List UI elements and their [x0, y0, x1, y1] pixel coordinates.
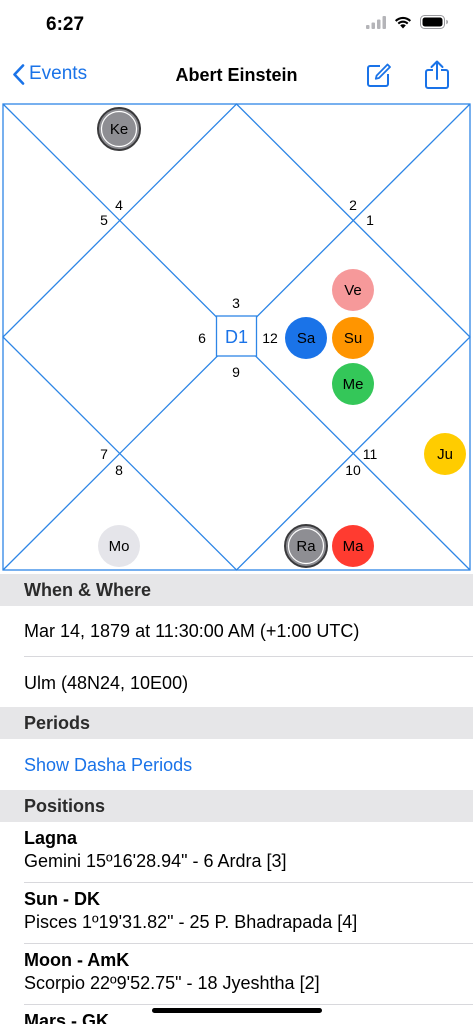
house-number: 7: [100, 446, 108, 462]
planet-ra[interactable]: Ra: [284, 524, 328, 568]
birth-chart: D1 1 2 3 4 5 6 7 8 9 10 11 12 Ke Ve Sa Su Me Ju Mo Ra Ma: [0, 102, 473, 574]
chart-center-box[interactable]: D1: [215, 315, 258, 357]
divider: [24, 1004, 473, 1005]
navigation-bar: Events Abert Einstein: [0, 50, 473, 102]
planet-label: Ra: [296, 538, 316, 555]
position-item-moon[interactable]: Moon - AmK Scorpio 22º9'52.75" - 18 Jyes…: [0, 950, 473, 994]
house-number: 4: [115, 197, 123, 213]
section-header-periods: Periods: [0, 707, 473, 739]
house-number: 3: [232, 295, 240, 311]
house-number: 2: [349, 197, 357, 213]
planet-label: Mo: [109, 538, 130, 555]
when-where-header: When & Where: [24, 580, 152, 600]
house-number: 6: [198, 330, 206, 346]
position-title: Lagna: [24, 828, 78, 848]
back-button[interactable]: Events: [12, 63, 87, 85]
planet-su[interactable]: Su: [332, 317, 374, 359]
battery-icon: [420, 15, 448, 29]
position-title: Sun - DK: [24, 889, 100, 909]
datetime-row[interactable]: Mar 14, 1879 at 11:30:00 AM (+1:00 UTC): [0, 606, 473, 656]
planets: Ke Ve Sa Su Me Ju Mo Ra Ma: [97, 107, 466, 568]
planet-label: Ve: [344, 282, 362, 299]
edit-icon: [367, 63, 391, 87]
planet-mo[interactable]: Mo: [98, 525, 140, 567]
share-button[interactable]: [424, 60, 450, 95]
planet-label: Su: [344, 330, 362, 347]
section-header-positions: Positions: [0, 790, 473, 822]
dasha-periods-row[interactable]: Show Dasha Periods: [0, 739, 473, 789]
house-number: 1: [366, 212, 374, 228]
signal-icon: [366, 15, 386, 29]
house-number: 10: [345, 462, 361, 478]
planet-label: Me: [343, 376, 364, 393]
edit-button[interactable]: [366, 62, 392, 93]
planet-sa[interactable]: Sa: [285, 317, 327, 359]
home-indicator: [152, 1008, 322, 1013]
section-header-when-where: When & Where: [0, 574, 473, 606]
chart-svg: D1 123456789101112 KeVeSa SuMeJuMo Ra Ma: [2, 103, 471, 571]
planet-ke[interactable]: Ke: [97, 107, 141, 151]
positions-header: Positions: [24, 796, 106, 816]
planet-ve[interactable]: Ve: [332, 269, 374, 311]
share-icon: [425, 60, 449, 89]
place-row[interactable]: Ulm (48N24, 10E00): [0, 657, 473, 707]
house-number: 9: [232, 364, 240, 380]
position-detail: Gemini 15º16'28.94" - 6 Ardra [3]: [24, 851, 287, 871]
divider: [24, 882, 473, 883]
position-title: Moon - AmK: [24, 950, 130, 970]
planet-ma[interactable]: Ma: [332, 525, 374, 567]
divider: [24, 943, 473, 944]
house-number: 5: [100, 212, 108, 228]
house-number: 12: [262, 330, 278, 346]
position-detail: Pisces 1º19'31.82" - 25 P. Bhadrapada [4…: [24, 912, 358, 932]
planet-label: Ke: [110, 121, 128, 138]
planet-ju[interactable]: Ju: [424, 433, 466, 475]
status-icons: [366, 15, 449, 29]
planet-label: Ju: [437, 446, 453, 463]
chevron-left-icon: [13, 63, 25, 85]
back-button-label: Events: [29, 63, 88, 84]
status-time: 6:27: [46, 14, 85, 35]
periods-header: Periods: [24, 713, 91, 733]
house-number: 11: [363, 446, 378, 462]
planet-label: Ma: [343, 538, 364, 555]
place-value: Ulm (48N24, 10E00): [24, 673, 189, 693]
planet-label: Sa: [297, 330, 316, 347]
position-detail: Scorpio 22º9'52.75" - 18 Jyeshtha [2]: [24, 973, 320, 993]
status-bar: 6:27: [0, 0, 473, 50]
datetime-value: Mar 14, 1879 at 11:30:00 AM (+1:00 UTC): [24, 621, 360, 641]
planet-me[interactable]: Me: [332, 363, 374, 405]
house-number: 8: [115, 462, 123, 478]
show-dasha-periods-link[interactable]: Show Dasha Periods: [24, 755, 192, 775]
position-item-lagna[interactable]: Lagna Gemini 15º16'28.94" - 6 Ardra [3]: [0, 828, 473, 872]
wifi-icon: [395, 16, 411, 28]
position-item-sun[interactable]: Sun - DK Pisces 1º19'31.82" - 25 P. Bhad…: [0, 889, 473, 933]
center-label: D1: [225, 327, 248, 347]
